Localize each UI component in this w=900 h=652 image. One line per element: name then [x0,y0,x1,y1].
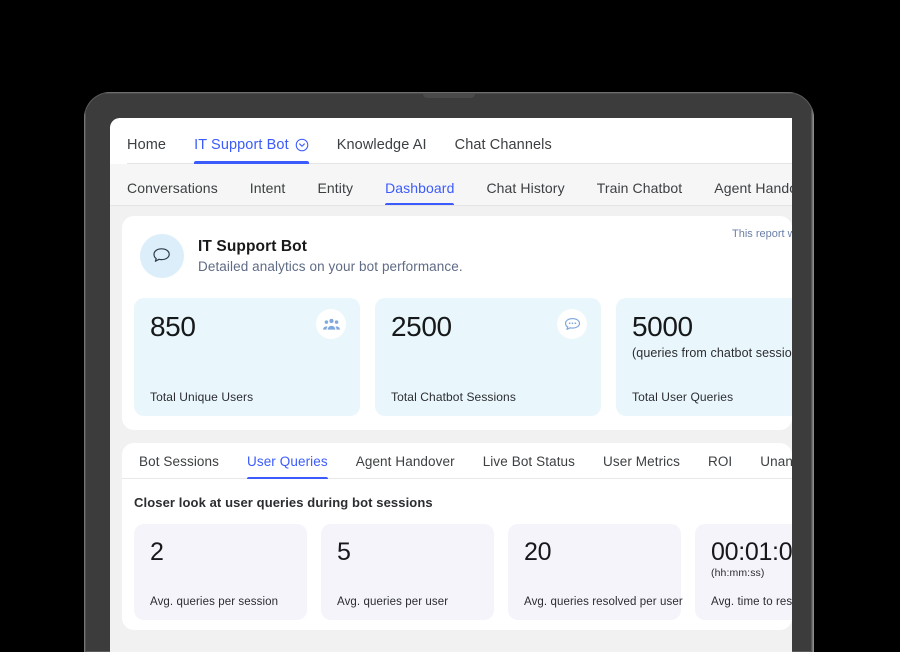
metric-card-avg-queries-per-user: 5 Avg. queries per user [321,524,494,620]
sub-nav-item-label: Entity [317,180,354,196]
metric-card-label: Avg. queries per session [150,596,279,608]
sub-nav-item-conversations[interactable]: Conversations [127,180,218,205]
stat-card-total-user-queries: 5000 (queries from chatbot sessions) Tot… [616,298,792,416]
top-nav-item-home[interactable]: Home [127,137,166,164]
sub-nav-item-label: Intent [249,180,286,196]
detail-tab-label: User Metrics [603,454,680,469]
camera-notch [423,94,475,98]
sub-nav-item-label: Dashboard [385,180,455,196]
detail-tab-unanswered-queries[interactable]: Unanswered Queries [760,454,792,478]
metric-card-value: 20 [524,538,552,566]
stat-card-value: 5000 [632,311,693,342]
detail-tab-label: Agent Handover [355,454,455,469]
stat-card-label: Total Chatbot Sessions [391,390,516,404]
top-nav-item-label: Home [127,137,167,153]
top-nav-item-it-support-bot[interactable]: IT Support Bot [194,137,309,164]
users-group-icon [316,309,346,339]
sub-nav-item-chat-history[interactable]: Chat History [486,180,564,205]
sub-nav-item-label: Train Chatbot [596,180,683,196]
bezel-right-edge [811,92,814,652]
bot-subtitle: Detailed analytics on your bot performan… [198,259,463,274]
metric-card-avg-queries-resolved-per-user: 20 Avg. queries resolved per user [508,524,683,620]
chat-bubble-icon [140,234,184,278]
stat-card-sub: (queries from chatbot sessions) [632,346,792,361]
sub-nav-item-entity[interactable]: Entity [317,180,353,205]
detail-tab-label: ROI [707,454,733,469]
chevron-down-circle-icon[interactable] [295,138,309,152]
top-nav-item-label: Knowledge AI [336,137,427,153]
sub-navigation-bar: Conversations Intent Entity Dashboard Ch… [110,164,792,206]
sub-nav-item-label: Agent Handover [714,180,792,196]
metric-cards-row: 2 Avg. queries per session 5 Avg. querie… [122,510,792,620]
metric-card-label: Avg. queries resolved per user [524,596,683,608]
top-navigation-bar: Home IT Support Bot Knowledge AI Chat Ch… [110,118,792,164]
metric-card-unit: (hh:mm:ss) [711,567,765,580]
detail-tab-label: Live Bot Status [482,454,576,469]
top-nav-item-label: Chat Channels [454,137,552,153]
overview-panel: This report w IT Support Bot Detailed an… [122,216,792,430]
detail-tab-label: User Queries [247,454,328,469]
metric-card-avg-time-to-resolve-query: 00:01:00 (hh:mm:ss) Avg. time to resolve… [695,524,792,620]
stat-card-value: 2500 [391,311,452,342]
sub-nav-item-dashboard[interactable]: Dashboard [385,180,455,205]
stat-card-label: Total User Queries [632,390,734,404]
tablet-screen: Home IT Support Bot Knowledge AI Chat Ch… [110,118,792,652]
stat-card-total-unique-users: 850 Total Unique Users [134,298,360,416]
detail-tab-user-queries[interactable]: User Queries [247,454,328,479]
detail-tab-agent-handover[interactable]: Agent Handover [356,454,455,478]
stat-card-total-chatbot-sessions: 2500 Total Chatbot Sessions [375,298,601,416]
metric-card-value: 00:01:00 [711,538,792,566]
sub-nav-item-label: Chat History [486,180,565,196]
report-note-text[interactable]: This report w [732,228,792,240]
detail-heading: Closer look at user queries during bot s… [134,495,433,510]
stat-card-value: 850 [150,311,196,342]
sub-nav-item-intent[interactable]: Intent [250,180,286,205]
top-nav-item-label: IT Support Bot [194,137,289,153]
detail-tab-roi[interactable]: ROI [708,454,732,478]
tablet-device-frame: Home IT Support Bot Knowledge AI Chat Ch… [84,92,814,652]
metric-card-value: 2 [150,538,164,566]
metric-card-label: Avg. time to resolve a query [711,596,792,608]
sub-nav-item-train-chatbot[interactable]: Train Chatbot [597,180,683,205]
top-nav-item-chat-channels[interactable]: Chat Channels [455,137,552,164]
metric-card-avg-queries-per-session: 2 Avg. queries per session [134,524,307,620]
detail-tabs-bar: Bot Sessions User Queries Agent Handover… [122,443,792,479]
bot-title: IT Support Bot [198,238,308,255]
detail-panel: Bot Sessions User Queries Agent Handover… [122,443,792,630]
sub-nav-item-label: Conversations [127,180,218,196]
detail-tab-label: Bot Sessions [139,454,219,469]
stat-cards-row: 850 Total Unique Users 2500 Total Chatbo… [122,298,792,416]
sub-nav-item-agent-handover[interactable]: Agent Handover [714,180,792,205]
bot-header: IT Support Bot Detailed analytics on you… [122,234,792,278]
detail-tab-user-metrics[interactable]: User Metrics [603,454,680,478]
metric-card-label: Avg. queries per user [337,596,449,608]
top-nav-item-knowledge-ai[interactable]: Knowledge AI [337,137,427,164]
stat-card-label: Total Unique Users [150,390,254,404]
metric-card-value: 5 [337,538,351,566]
detail-tab-bot-sessions[interactable]: Bot Sessions [139,454,219,478]
chat-dots-icon [557,309,587,339]
detail-tab-live-bot-status[interactable]: Live Bot Status [483,454,575,478]
detail-tab-label: Unanswered Queries [760,454,792,469]
